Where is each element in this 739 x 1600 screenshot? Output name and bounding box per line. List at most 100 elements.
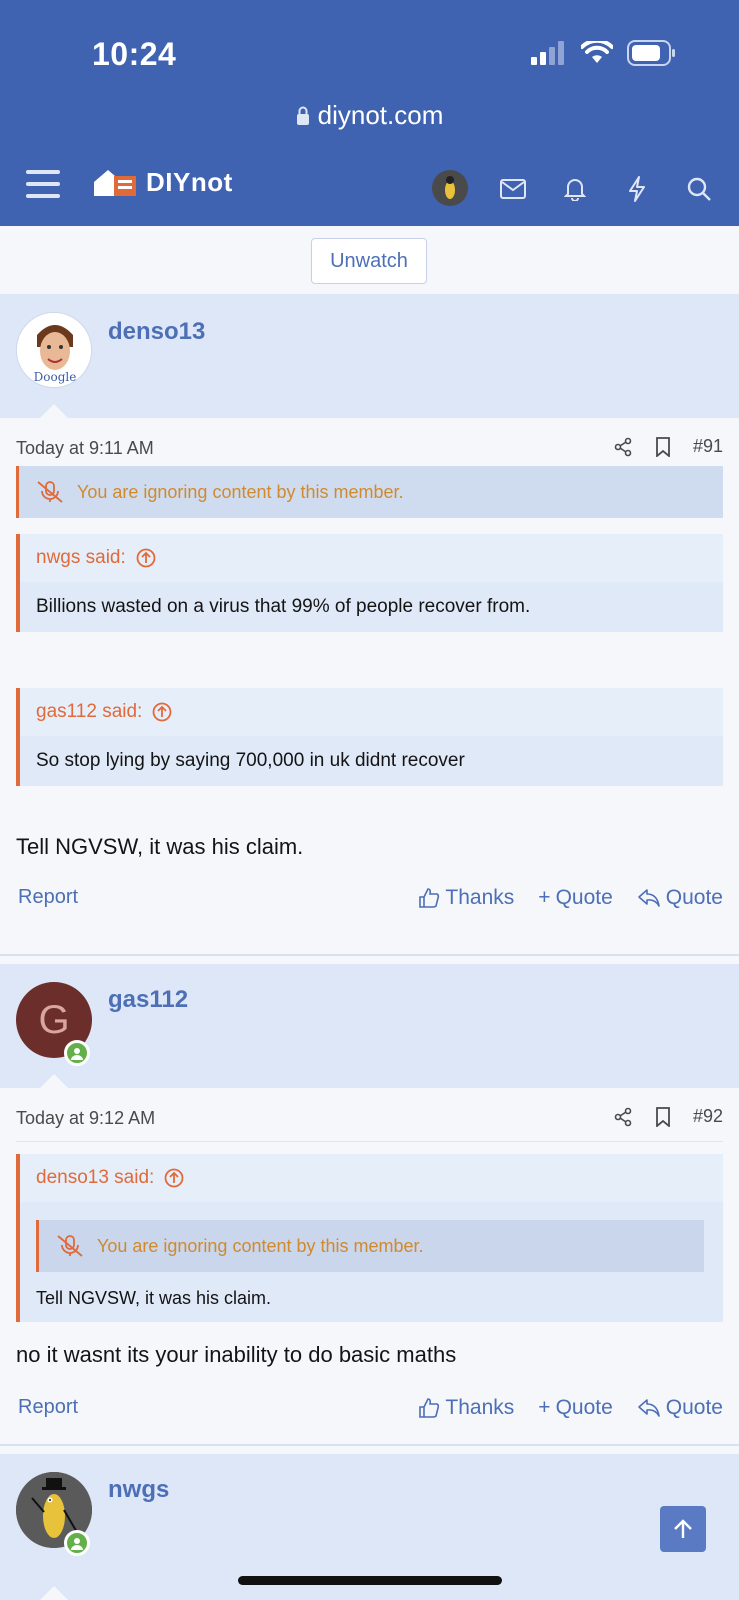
thanks-button[interactable]: Thanks [418, 1396, 514, 1420]
quote-block: nwgs said: Billions wasted on a virus th… [16, 534, 723, 632]
reply-arrow-icon [637, 1399, 660, 1417]
quote-header[interactable]: nwgs said: [20, 534, 723, 582]
address-bar[interactable]: diynot.com [0, 100, 739, 131]
quote-text: Billions wasted on a virus that 99% of p… [36, 596, 531, 617]
post-pointer [40, 404, 68, 418]
post-text: Tell NGVSW, it was his claim. [16, 834, 304, 859]
avatar[interactable]: Doogle [16, 312, 92, 388]
bookmark-icon[interactable] [655, 1106, 671, 1127]
scroll-to-top-button[interactable] [660, 1506, 706, 1552]
post-action-buttons: Thanks + Quote Quote [418, 1396, 723, 1420]
status-icons [531, 40, 677, 66]
quote-block: gas112 said: So stop lying by saying 700… [16, 688, 723, 786]
search-icon[interactable] [682, 172, 716, 206]
post-text: no it wasnt its your inability to do bas… [16, 1342, 457, 1367]
username[interactable]: nwgs [108, 1476, 169, 1504]
inbox-icon[interactable] [496, 172, 530, 206]
quote-author[interactable]: denso13 said: [36, 1167, 154, 1189]
arrow-up-circle-icon[interactable] [152, 702, 172, 722]
post-actions: Report Thanks + Quote Quote [16, 880, 723, 920]
post-actions: Report Thanks + Quote Quote [16, 1390, 723, 1430]
avatar-caption: Doogle [34, 370, 77, 384]
post-pointer [40, 1074, 68, 1088]
ignored-text: You are ignoring content by this member. [97, 1235, 424, 1256]
post-body: Today at 9:12 AM #92 denso13 said: You a… [0, 1088, 739, 1444]
post-action-buttons: Thanks + Quote Quote [418, 886, 723, 910]
post-body: Today at 9:11 AM #91 You are ignoring co… [0, 418, 739, 954]
lock-icon [296, 106, 309, 125]
nav-row: DIYnot [0, 160, 739, 216]
bookmark-icon[interactable] [655, 436, 671, 457]
status-time: 10:24 [92, 36, 177, 72]
thread-actions: Unwatch [0, 226, 739, 294]
quote-text: Tell NGVSW, it was his claim. [36, 1288, 272, 1308]
house-logo-icon [94, 170, 136, 196]
arrow-up-circle-icon[interactable] [164, 1168, 184, 1188]
url-text: diynot.com [317, 100, 444, 130]
quote-header[interactable]: gas112 said: [20, 688, 723, 736]
username[interactable]: denso13 [108, 318, 205, 346]
plus-icon: + [538, 1396, 551, 1419]
thumbs-up-icon [419, 1398, 440, 1418]
plus-icon: + [538, 886, 551, 909]
online-status-icon [64, 1040, 90, 1066]
quote-button[interactable]: Quote [637, 886, 723, 910]
arrow-up-circle-icon[interactable] [136, 548, 156, 568]
quote-button[interactable]: Quote [637, 1396, 723, 1420]
multiquote-button[interactable]: + Quote [538, 886, 612, 910]
quote-block: denso13 said: You are ignoring content b… [16, 1154, 723, 1322]
signal-icon [531, 41, 564, 65]
share-icon[interactable] [613, 437, 633, 457]
username[interactable]: gas112 [108, 986, 188, 1014]
wifi-icon [581, 41, 613, 63]
multiquote-label: Quote [555, 886, 613, 909]
post-date[interactable]: Today at 9:12 AM [16, 1108, 155, 1129]
arrow-up-icon [674, 1519, 692, 1538]
quote-label: Quote [665, 886, 723, 909]
thanks-button[interactable]: Thanks [418, 886, 514, 910]
post-separator [0, 1444, 739, 1446]
post-number[interactable]: #92 [693, 1106, 723, 1127]
thanks-label: Thanks [445, 886, 515, 909]
site-logo[interactable]: DIYnot [92, 166, 233, 198]
multiquote-label: Quote [555, 1396, 613, 1419]
quote-author[interactable]: gas112 said: [36, 701, 142, 723]
post-meta: Today at 9:12 AM #92 [16, 1094, 723, 1142]
quote-header[interactable]: denso13 said: [20, 1154, 723, 1202]
bell-icon[interactable] [558, 172, 592, 206]
report-link[interactable]: Report [18, 886, 78, 909]
ignored-notice: You are ignoring content by this member. [36, 1220, 704, 1272]
ignored-notice: You are ignoring content by this member. [16, 466, 723, 518]
quote-text: So stop lying by saying 700,000 in uk di… [36, 750, 465, 771]
muted-mic-icon [57, 1235, 83, 1257]
logo-text: DIYnot [146, 166, 233, 197]
unwatch-button[interactable]: Unwatch [311, 238, 427, 284]
multiquote-button[interactable]: + Quote [538, 1396, 612, 1420]
muted-mic-icon [37, 481, 63, 503]
post-pointer [40, 1586, 68, 1600]
post-date[interactable]: Today at 9:11 AM [16, 438, 154, 459]
home-indicator[interactable] [238, 1576, 502, 1585]
thumbs-up-icon [419, 888, 440, 908]
thanks-label: Thanks [445, 1396, 515, 1419]
share-icon[interactable] [613, 1107, 633, 1127]
battery-icon [627, 40, 675, 66]
user-avatar[interactable] [432, 170, 468, 206]
menu-icon[interactable] [26, 170, 60, 200]
quote-author[interactable]: nwgs said: [36, 547, 126, 569]
report-link[interactable]: Report [18, 1396, 78, 1419]
ignored-text: You are ignoring content by this member. [77, 481, 404, 502]
post-meta: Today at 9:11 AM #91 [16, 424, 723, 472]
reply-arrow-icon [637, 889, 660, 907]
avatar-letter: G [38, 997, 70, 1042]
post-user-header: G gas112 [0, 964, 739, 1088]
post-meta-actions: #91 [613, 436, 723, 457]
post-user-header: Doogle denso13 [0, 294, 739, 418]
post-meta-actions: #92 [613, 1106, 723, 1127]
post-separator [0, 954, 739, 956]
online-status-icon [64, 1530, 90, 1556]
top-bar: 10:24 diynot.com DIYnot [0, 0, 739, 226]
post-number[interactable]: #91 [693, 436, 723, 457]
quote-label: Quote [665, 1396, 723, 1419]
bolt-icon[interactable] [620, 172, 654, 206]
